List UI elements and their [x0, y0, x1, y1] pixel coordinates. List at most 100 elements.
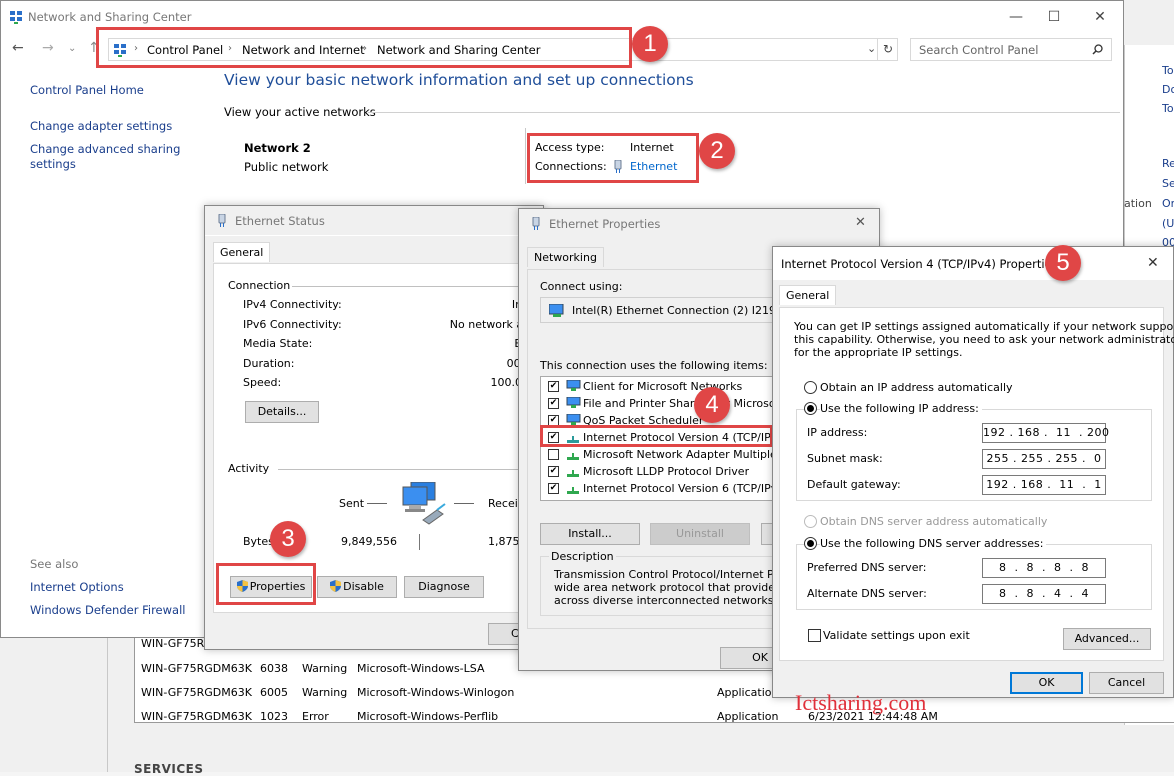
subnet-mask-field[interactable]: 255 . 255 . 255 . 0 — [982, 449, 1106, 469]
disable-button[interactable]: Disable — [317, 576, 397, 598]
close-icon[interactable]: ✕ — [1147, 255, 1159, 271]
item-checkbox[interactable]: ✔ — [548, 381, 559, 392]
sidebar-control-panel-home[interactable]: Control Panel Home — [30, 83, 144, 97]
services-heading: SERVICES — [134, 762, 204, 776]
callout-box-4 — [540, 425, 773, 447]
recent-locations-button[interactable]: ⌄ — [68, 43, 76, 54]
sidebar-change-adapter-settings[interactable]: Change adapter settings — [30, 119, 172, 133]
event-id: 6005 — [260, 686, 288, 699]
use-following-ip-radio[interactable] — [804, 402, 817, 415]
event-id: 1023 — [260, 710, 288, 723]
callout-badge-4: 4 — [694, 387, 730, 423]
see-also-internet-options[interactable]: Internet Options — [30, 580, 124, 594]
advanced-button[interactable]: Advanced... — [1063, 628, 1151, 650]
right-pane-link[interactable]: (U — [1162, 217, 1174, 230]
install-button[interactable]: Install... — [540, 523, 640, 545]
cancel-button[interactable]: Cancel — [1089, 672, 1164, 694]
list-item[interactable]: Microsoft Network Adapter Multiplexor P — [583, 448, 773, 461]
callout-box-3 — [216, 563, 316, 605]
address-dropdown-icon[interactable]: ⌄ — [867, 42, 876, 55]
obtain-dns-auto-radio[interactable] — [804, 515, 817, 528]
alternate-dns-label: Alternate DNS server: — [807, 587, 927, 600]
window-title: Network and Sharing Center — [28, 10, 192, 24]
connection-group-label: Connection — [228, 279, 291, 292]
see-also-label: See also — [30, 557, 79, 571]
section-divider — [368, 112, 1120, 113]
protocol-icon — [565, 465, 581, 477]
intro-text: for the appropriate IP settings. — [794, 346, 963, 359]
right-pane-link[interactable]: Se — [1162, 177, 1174, 190]
event-server: WIN-GF75RGDM63K — [141, 662, 252, 675]
tab-general[interactable]: General — [779, 285, 837, 305]
callout-badge-1: 1 — [632, 26, 668, 62]
right-pane-link[interactable]: Or — [1162, 197, 1174, 210]
item-checkbox[interactable] — [548, 449, 559, 460]
right-pane-link[interactable]: Do — [1162, 83, 1174, 96]
uninstall-button[interactable]: Uninstall — [650, 523, 750, 545]
uac-shield-icon — [330, 580, 342, 592]
duration-label: Duration: — [243, 357, 295, 370]
right-pane-link[interactable]: Re — [1162, 157, 1174, 170]
list-item[interactable]: File and Printer Sharing for Microsoft N… — [583, 397, 773, 410]
dialog-title: Ethernet Status — [235, 214, 325, 228]
ipv4-connectivity-label: IPv4 Connectivity: — [243, 298, 342, 311]
ip-address-field[interactable]: 192 . 168 . 11 . 200 — [982, 423, 1109, 443]
list-item[interactable]: Microsoft LLDP Protocol Driver — [583, 465, 749, 478]
back-button[interactable]: ← — [12, 40, 24, 56]
diagnose-button[interactable]: Diagnose — [404, 576, 484, 598]
close-icon[interactable]: ✕ — [855, 215, 866, 230]
item-checkbox[interactable]: ✔ — [548, 398, 559, 409]
tab-networking[interactable]: Networking — [527, 247, 604, 267]
sidebar-change-advanced-sharing-line2[interactable]: settings — [30, 157, 76, 171]
item-checkbox[interactable]: ✔ — [548, 483, 559, 494]
address-divider — [877, 39, 878, 60]
protocol-icon — [565, 482, 581, 494]
validate-checkbox[interactable] — [808, 629, 821, 642]
details-button[interactable]: Details... — [245, 401, 319, 423]
forward-button[interactable]: → — [42, 40, 54, 56]
group-divider — [292, 286, 542, 287]
general-tab-panel: You can get IP settings assigned automat… — [779, 307, 1174, 661]
use-following-ip-label[interactable]: Use the following IP address: — [820, 402, 982, 415]
description-label: Description — [549, 550, 616, 563]
event-severity: Warning — [302, 686, 348, 699]
items-label: This connection uses the following items… — [540, 359, 768, 372]
default-gateway-field[interactable]: 192 . 168 . 11 . 1 — [982, 475, 1106, 495]
background-divider — [107, 630, 108, 772]
active-networks-label: View your active networks — [224, 105, 376, 119]
right-pane-link[interactable]: To — [1162, 102, 1174, 115]
preferred-dns-field[interactable]: 8 . 8 . 8 . 8 — [982, 558, 1106, 578]
ok-button[interactable]: OK — [1010, 672, 1083, 694]
validate-label[interactable]: Validate settings upon exit — [823, 629, 970, 642]
refresh-icon[interactable]: ↻ — [883, 42, 893, 56]
obtain-dns-auto-label[interactable]: Obtain DNS server address automatically — [820, 515, 1047, 528]
obtain-ip-auto-radio[interactable] — [804, 381, 817, 394]
network-divider — [525, 128, 526, 184]
minimize-button[interactable]: — — [1006, 8, 1026, 26]
ethernet-icon — [218, 214, 226, 227]
network-type[interactable]: Public network — [244, 160, 328, 174]
network-client-icon — [565, 396, 581, 409]
preferred-dns-label: Preferred DNS server: — [807, 561, 927, 574]
item-checkbox[interactable]: ✔ — [548, 466, 559, 477]
maximize-button[interactable]: ☐ — [1044, 8, 1064, 26]
tab-general[interactable]: General — [213, 242, 271, 262]
sidebar-change-advanced-sharing[interactable]: Change advanced sharing — [30, 142, 180, 156]
event-id: 6038 — [260, 662, 288, 675]
ethernet-icon — [532, 217, 540, 230]
alternate-dns-field[interactable]: 8 . 8 . 4 . 4 — [982, 584, 1106, 604]
right-pane-link[interactable]: To — [1162, 64, 1174, 77]
event-log: Application — [717, 686, 779, 699]
disable-button-label: Disable — [343, 580, 384, 593]
close-button[interactable]: ✕ — [1090, 8, 1110, 26]
network-icon — [10, 11, 22, 24]
see-also-windows-firewall[interactable]: Windows Defender Firewall — [30, 603, 185, 617]
use-following-dns-label[interactable]: Use the following DNS server addresses: — [820, 537, 1047, 550]
use-following-dns-radio[interactable] — [804, 537, 817, 550]
list-item[interactable]: Internet Protocol Version 6 (TCP/IPv6) — [583, 482, 773, 495]
callout-badge-2: 2 — [699, 133, 735, 169]
received-line — [454, 503, 474, 504]
obtain-ip-auto-label[interactable]: Obtain an IP address automatically — [820, 381, 1013, 394]
search-input[interactable]: Search Control Panel — [910, 38, 1112, 61]
intro-text: You can get IP settings assigned automat… — [794, 320, 1174, 333]
